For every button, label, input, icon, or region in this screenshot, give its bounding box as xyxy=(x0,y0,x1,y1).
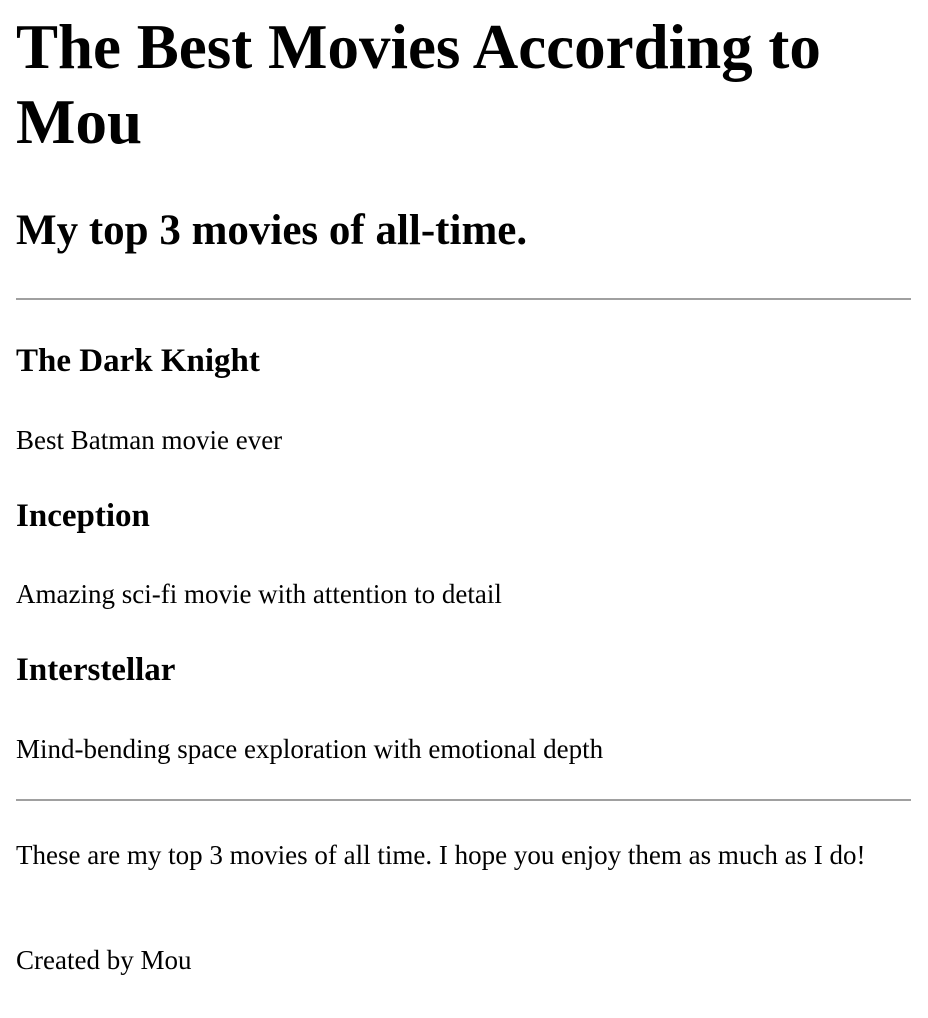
bottom-divider xyxy=(16,799,911,801)
movie-title: The Dark Knight xyxy=(16,343,260,379)
page-subtitle: My top 3 movies of all-time. xyxy=(16,207,528,254)
movie-description: Mind-bending space exploration with emot… xyxy=(16,734,604,764)
page: The Best Movies According to Mou My top … xyxy=(0,0,928,1018)
movie-title: Inception xyxy=(16,498,150,534)
movie-description: Best Batman movie ever xyxy=(16,425,283,455)
movie-description: Amazing sci-fi movie with attention to d… xyxy=(16,579,502,609)
movie-title: Interstellar xyxy=(16,652,176,688)
footer-text: These are my top 3 movies of all time. I… xyxy=(16,840,866,870)
page-title: The Best Movies According to Mou xyxy=(16,12,821,157)
credit-line: Created by Mou xyxy=(16,945,192,975)
top-divider xyxy=(16,298,911,300)
